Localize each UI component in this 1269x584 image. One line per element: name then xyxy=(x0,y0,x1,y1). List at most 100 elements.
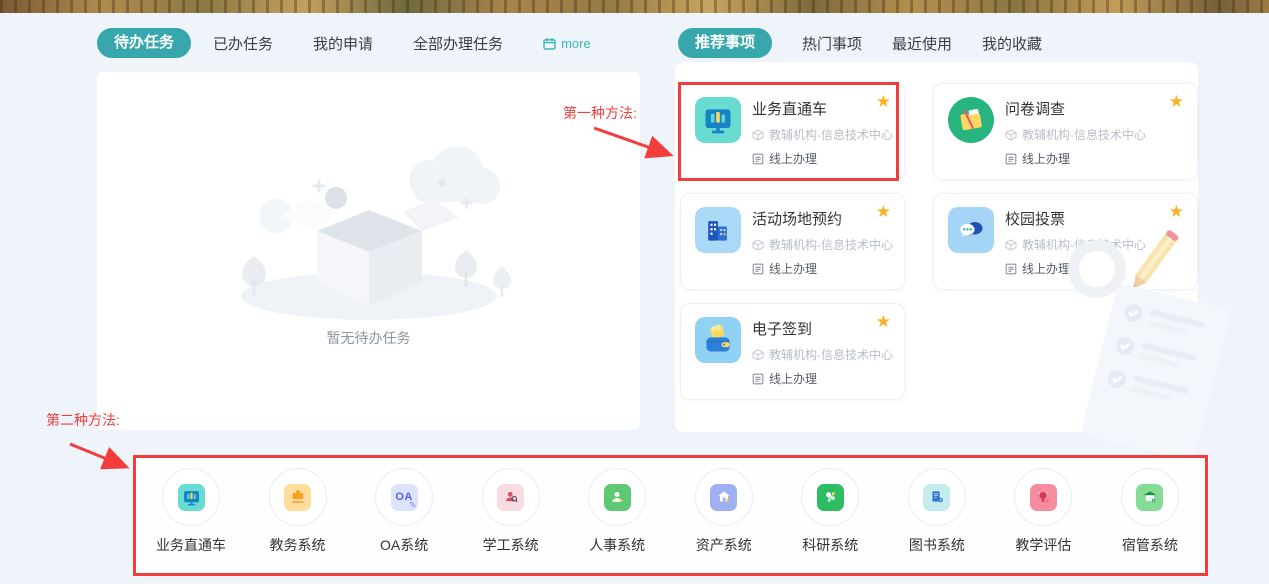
survey-folder-icon xyxy=(948,97,994,143)
online-form-icon xyxy=(752,263,764,275)
card-e-sign-in[interactable]: 电子签到 教辅机构-信息技术中心 线上办理 ★ xyxy=(680,303,905,400)
card-org-label: 教辅机构-信息技术中心 xyxy=(1022,126,1146,143)
app-student-affairs[interactable]: 学工系统 xyxy=(466,468,556,576)
monitor-chart-icon xyxy=(178,484,205,511)
online-form-icon xyxy=(752,373,764,385)
method2-arrow xyxy=(62,438,146,478)
card-info: 活动场地预约 教辅机构-信息技术中心 线上办理 xyxy=(752,207,893,277)
app-circle: OA ✎ xyxy=(375,468,433,526)
method2-annotation: 第二种方法: xyxy=(46,410,120,430)
tab-my-applications[interactable]: 我的申请 xyxy=(313,33,373,54)
org-cube-icon xyxy=(752,239,764,251)
app-label: 人事系统 xyxy=(589,535,645,555)
card-action-row: 线上办理 xyxy=(752,260,893,277)
card-action-row: 线上办理 xyxy=(1005,150,1146,167)
tab-hot-items[interactable]: 热门事项 xyxy=(802,33,862,54)
molecule-icon xyxy=(817,484,844,511)
online-form-icon xyxy=(1005,263,1017,275)
card-survey[interactable]: 问卷调查 教辅机构-信息技术中心 线上办理 ★ xyxy=(933,83,1198,180)
calendar-icon xyxy=(543,37,556,50)
pencil-glyph: ✎ xyxy=(409,500,417,511)
tab-all-tasks[interactable]: 全部办理任务 xyxy=(413,33,503,54)
card-org-row: 教辅机构-信息技术中心 xyxy=(752,236,893,253)
more-link[interactable]: more xyxy=(543,36,591,51)
app-library-system[interactable]: 图书系统 xyxy=(892,468,982,576)
app-circle xyxy=(801,468,859,526)
quick-apps-row: 业务直通车 教务系统 OA ✎ OA系统 学工系统 xyxy=(133,455,1208,576)
app-label: 资产系统 xyxy=(696,535,752,555)
app-circle xyxy=(695,468,753,526)
app-dorm-system[interactable]: 宿管系统 xyxy=(1105,468,1195,576)
buildings-icon xyxy=(695,207,741,253)
card-title: 校园投票 xyxy=(1005,208,1146,229)
card-title: 电子签到 xyxy=(752,318,893,339)
app-oa-system[interactable]: OA ✎ OA系统 xyxy=(359,468,449,576)
items-tab-bar: 推荐事项 热门事项 最近使用 我的收藏 xyxy=(678,28,1042,58)
wallet-sign-icon xyxy=(695,317,741,363)
favorite-star-icon[interactable]: ★ xyxy=(1169,203,1184,220)
card-org-row: 教辅机构-信息技术中心 xyxy=(1005,126,1146,143)
card-action-row: 线上办理 xyxy=(752,370,893,387)
card-action-label: 线上办理 xyxy=(1022,150,1070,167)
app-label: 宿管系统 xyxy=(1122,535,1178,555)
card-action-label: 线上办理 xyxy=(1022,260,1070,277)
app-circle xyxy=(588,468,646,526)
app-research-system[interactable]: 科研系统 xyxy=(785,468,875,576)
tasks-tab-bar: 待办任务 已办任务 我的申请 全部办理任务 more xyxy=(97,28,640,58)
card-campus-vote[interactable]: 校园投票 教辅机构-信息技术中心 线上办理 ★ xyxy=(933,193,1198,290)
card-info: 电子签到 教辅机构-信息技术中心 线上办理 xyxy=(752,317,893,387)
tab-recently-used[interactable]: 最近使用 xyxy=(892,33,952,54)
app-asset-system[interactable]: 资产系统 xyxy=(679,468,769,576)
app-label: 教学评估 xyxy=(1015,535,1071,555)
empty-state-text: 暂无待办任务 xyxy=(97,328,640,348)
chat-bubbles-icon xyxy=(948,207,994,253)
oa-icon: OA ✎ xyxy=(391,484,418,511)
card-venue-booking[interactable]: 活动场地预约 教辅机构-信息技术中心 线上办理 ★ xyxy=(680,193,905,290)
favorite-star-icon[interactable]: ★ xyxy=(876,203,891,220)
online-form-icon xyxy=(1005,153,1017,165)
card-action-label: 线上办理 xyxy=(769,370,817,387)
bulb-icon xyxy=(1030,484,1057,511)
app-hr-system[interactable]: 人事系统 xyxy=(572,468,662,576)
app-circle xyxy=(482,468,540,526)
card-action-label: 线上办理 xyxy=(769,260,817,277)
dorm-house-icon xyxy=(1136,484,1163,511)
tab-my-favorites[interactable]: 我的收藏 xyxy=(982,33,1042,54)
tab-recommended-items[interactable]: 推荐事项 xyxy=(678,28,772,58)
org-cube-icon xyxy=(752,349,764,361)
card-org-label: 教辅机构-信息技术中心 xyxy=(769,236,893,253)
app-label: 学工系统 xyxy=(483,535,539,555)
tab-todo-tasks[interactable]: 待办任务 xyxy=(97,28,191,58)
app-circle xyxy=(269,468,327,526)
card-org-label: 教辅机构-信息技术中心 xyxy=(1022,236,1146,253)
campus-photo-banner xyxy=(0,0,1269,13)
book-icon xyxy=(284,484,311,511)
app-label: OA系统 xyxy=(380,535,428,555)
app-circle xyxy=(1014,468,1072,526)
card-title: 问卷调查 xyxy=(1005,98,1146,119)
library-book-icon xyxy=(923,484,950,511)
app-circle xyxy=(162,468,220,526)
org-cube-icon xyxy=(1005,239,1017,251)
app-label: 图书系统 xyxy=(909,535,965,555)
app-business-express[interactable]: 业务直通车 xyxy=(146,468,236,576)
card-org-row: 教辅机构-信息技术中心 xyxy=(1005,236,1146,253)
app-teaching-evaluation[interactable]: 教学评估 xyxy=(998,468,1088,576)
method1-highlight-box xyxy=(678,82,899,181)
favorite-star-icon[interactable]: ★ xyxy=(876,313,891,330)
favorite-star-icon[interactable]: ★ xyxy=(1169,93,1184,110)
card-title: 活动场地预约 xyxy=(752,208,893,229)
card-org-row: 教辅机构-信息技术中心 xyxy=(752,346,893,363)
app-label: 科研系统 xyxy=(802,535,858,555)
app-label: 教务系统 xyxy=(270,535,326,555)
app-circle xyxy=(1121,468,1179,526)
person-icon xyxy=(604,484,631,511)
app-circle xyxy=(908,468,966,526)
app-label: 业务直通车 xyxy=(156,535,226,555)
todo-tasks-panel: 暂无待办任务 xyxy=(97,72,640,430)
card-info: 问卷调查 教辅机构-信息技术中心 线上办理 xyxy=(1005,97,1146,167)
card-action-row: 线上办理 xyxy=(1005,260,1146,277)
student-search-icon xyxy=(497,484,524,511)
app-academic-affairs[interactable]: 教务系统 xyxy=(253,468,343,576)
tab-done-tasks[interactable]: 已办任务 xyxy=(213,33,273,54)
